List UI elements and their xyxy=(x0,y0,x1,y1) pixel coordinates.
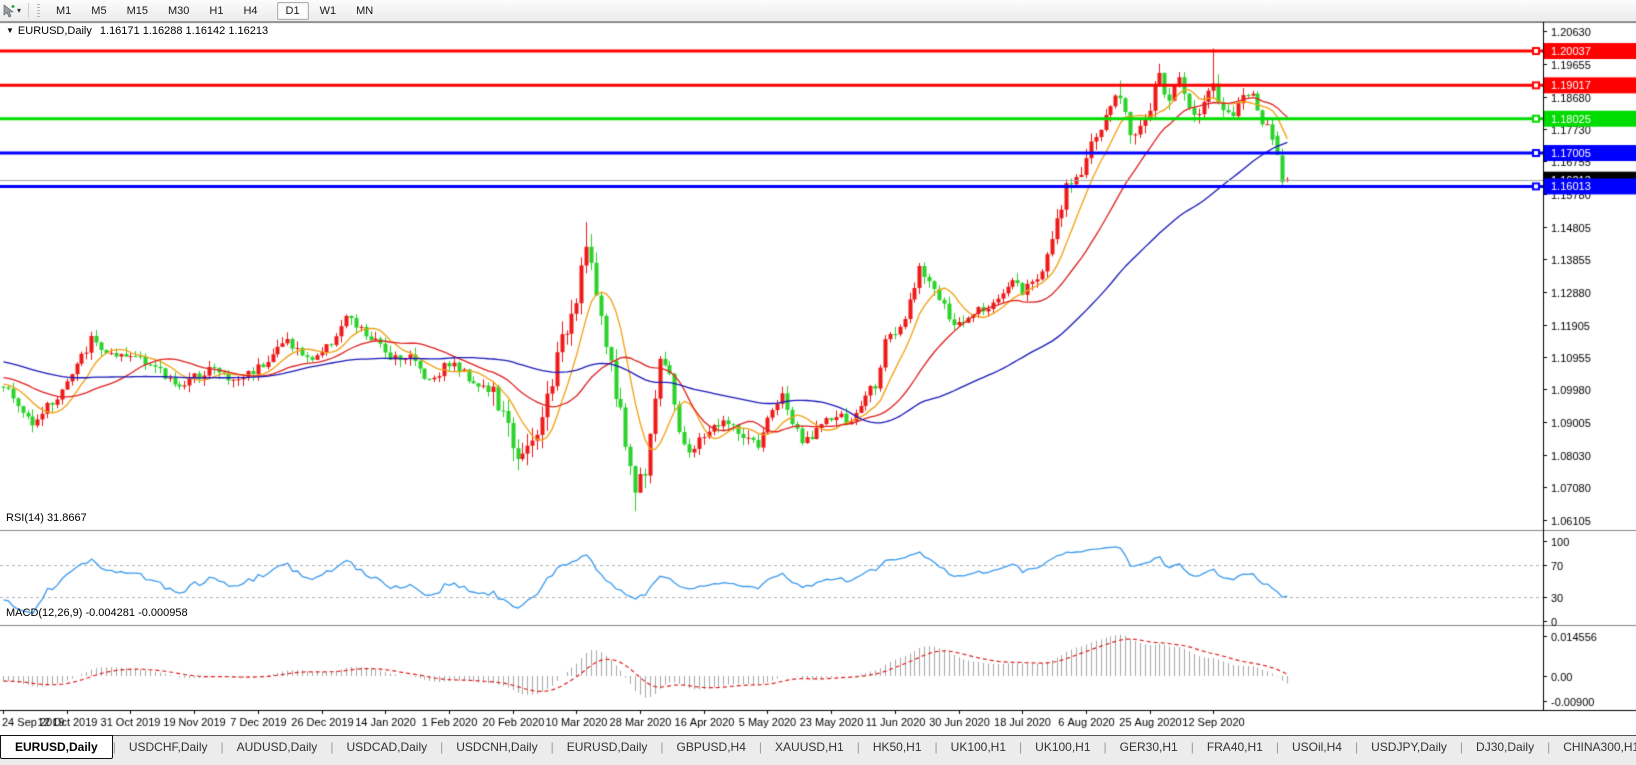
chart-window: ▼ EURUSD,Daily 1.16171 1.16288 1.16142 1.1… xyxy=(0,22,1636,735)
chart-tab-audusd-daily[interactable]: AUDUSD,Daily xyxy=(224,736,331,759)
chart-tab-uk100-h1[interactable]: UK100,H1 xyxy=(938,736,1019,759)
timeframe-buttons: M1 M5 M15 M30 H1 H4 D1 W1 MN xyxy=(46,1,383,20)
chart-tab-fra40-h1[interactable]: FRA40,H1 xyxy=(1194,736,1276,759)
chart-tab-usdcnh-daily[interactable]: USDCNH,Daily xyxy=(443,736,550,759)
timeframe-button-d1[interactable]: D1 xyxy=(276,1,309,20)
chart-tab-bar: EURUSD,Daily | USDCHF,Daily | AUDUSD,Daily | U… xyxy=(0,735,1636,765)
timeframe-toolbar: ▾ M1 M5 M15 M30 H1 H4 D1 W1 MN xyxy=(0,0,1636,22)
timeframe-button-m1[interactable]: M1 xyxy=(47,2,80,20)
toolbar-drag-grip[interactable] xyxy=(37,3,41,18)
chart-tab-hk50-h1[interactable]: HK50,H1 xyxy=(860,736,935,759)
chart-title: ▼ EURUSD,Daily 1.16171 1.16288 1.16142 1.1… xyxy=(6,25,268,37)
crosshair-cursor-icon[interactable] xyxy=(2,3,16,18)
chart-tab-china300-h1[interactable]: CHINA300,H1 xyxy=(1550,736,1636,759)
mt4-terminal: { "toolbar": { "cursor_tool_icon": "cros… xyxy=(0,0,1636,765)
price-chart-canvas[interactable] xyxy=(0,22,1636,735)
timeframe-button-w1[interactable]: W1 xyxy=(311,2,346,20)
chart-tab-usdchf-daily[interactable]: USDCHF,Daily xyxy=(116,736,221,759)
timeframe-button-m15[interactable]: M15 xyxy=(118,2,157,20)
toolbar-separator xyxy=(28,3,30,18)
macd-indicator-label: MACD(12,26,9) -0.004281 -0.000958 xyxy=(6,607,188,619)
symbol-collapse-icon[interactable]: ▼ xyxy=(6,26,14,35)
cursor-tool-dropdown-icon[interactable]: ▾ xyxy=(17,6,21,15)
chart-tab-eurusd-daily[interactable]: EURUSD,Daily xyxy=(554,736,661,759)
chart-tab-usdjpy-daily[interactable]: USDJPY,Daily xyxy=(1358,736,1460,759)
chart-tab-eurusd-daily[interactable]: EURUSD,Daily xyxy=(0,735,113,759)
chart-tab-ger30-h1[interactable]: GER30,H1 xyxy=(1107,736,1191,759)
rsi-indicator-label: RSI(14) 31.8667 xyxy=(6,512,87,524)
timeframe-button-m5[interactable]: M5 xyxy=(82,2,115,20)
chart-title-ohlc: 1.16171 1.16288 1.16142 1.16213 xyxy=(99,25,269,37)
chart-tab-dj30-daily[interactable]: DJ30,Daily xyxy=(1463,736,1547,759)
chart-tab-xauusd-h1[interactable]: XAUUSD,H1 xyxy=(762,736,857,759)
timeframe-button-m30[interactable]: M30 xyxy=(159,2,198,20)
timeframe-button-mn[interactable]: MN xyxy=(347,2,382,20)
chart-tab-usdcad-daily[interactable]: USDCAD,Daily xyxy=(333,736,440,759)
chart-tab-uk100-h1[interactable]: UK100,H1 xyxy=(1022,736,1103,759)
chart-title-symbol: EURUSD,Daily xyxy=(17,25,92,37)
chart-tab-gbpusd-h4[interactable]: GBPUSD,H4 xyxy=(664,736,759,759)
chart-tab-usoil-h4[interactable]: USOil,H4 xyxy=(1279,736,1355,759)
chart-tabs: EURUSD,Daily | USDCHF,Daily | AUDUSD,Daily | U… xyxy=(0,735,1636,759)
timeframe-button-h4[interactable]: H4 xyxy=(234,2,266,20)
timeframe-button-h1[interactable]: H1 xyxy=(200,2,232,20)
